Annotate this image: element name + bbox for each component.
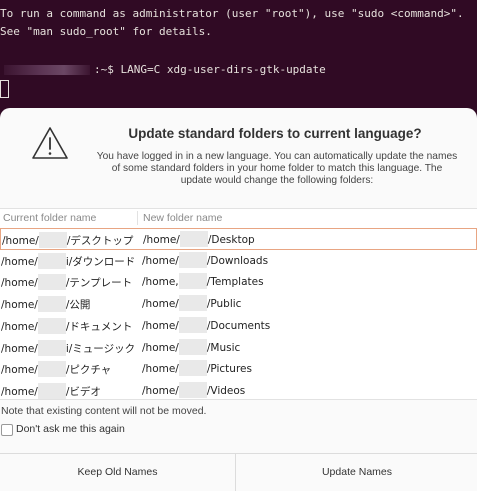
new-folder-cell: /home/ /Pictures [142, 360, 252, 377]
table-row[interactable]: /home/ /ビデオ/home/ /Videos [0, 380, 477, 402]
redacted-username [178, 251, 207, 268]
table-row[interactable]: /home/ /ドキュメント/home/ /Documents [0, 315, 477, 337]
current-folder-prefix: /home/ [2, 235, 39, 247]
content-note: Note that existing content will not be m… [1, 405, 207, 417]
column-header-new[interactable]: New folder name [143, 212, 222, 224]
redacted-username [37, 382, 66, 399]
update-names-button[interactable]: Update Names [237, 454, 477, 491]
redacted-username [178, 273, 207, 290]
current-folder-cell: /home/i/ダウンロード [1, 252, 136, 269]
current-folder-cell: /home/ /ピクチャ [1, 361, 112, 378]
terminal-prompt-line: :~$ LANG=C xdg-user-dirs-gtk-update [0, 61, 326, 79]
redacted-username [178, 295, 207, 312]
terminal-line-2: See "man sudo_root" for details. [0, 25, 212, 38]
current-folder-cell: /home/ /公開 [1, 296, 91, 313]
new-folder-suffix: /Downloads [206, 254, 269, 267]
folder-rename-table[interactable]: Current folder name New folder name /hom… [0, 208, 477, 400]
dont-ask-checkbox[interactable] [1, 424, 13, 436]
terminal-command: LANG=C xdg-user-dirs-gtk-update [120, 63, 326, 76]
new-folder-prefix: /home/ [142, 341, 179, 354]
redacted-username [179, 231, 208, 247]
current-folder-cell: /home/ /テンプレート [1, 274, 133, 291]
terminal-cursor [0, 80, 9, 98]
update-folders-dialog: Update standard folders to current langu… [0, 108, 477, 491]
current-folder-suffix: /テンプレート [65, 277, 133, 290]
new-folder-cell: /home/ /Videos [142, 381, 246, 398]
new-folder-suffix: /Templates [206, 276, 264, 289]
new-folder-suffix: /Pictures [206, 363, 252, 376]
current-folder-suffix: /ビデオ [65, 385, 101, 398]
current-folder-cell: /home/ /ドキュメント [1, 317, 133, 334]
terminal-line-1: To run a command as administrator (user … [0, 7, 464, 20]
current-folder-suffix: /デスクトップ [66, 235, 134, 247]
table-row[interactable]: /home/ /デスクトップ/home/ /Desktop [0, 228, 477, 250]
new-folder-cell: /home/ /Downloads [142, 251, 269, 268]
new-folder-suffix: /Documents [206, 319, 271, 332]
table-row[interactable]: /home/ /ピクチャ/home/ /Pictures [0, 358, 477, 380]
prompt-suffix: :~$ [94, 63, 121, 76]
dialog-message: You have logged in in a new language. Yo… [96, 151, 458, 186]
current-folder-prefix: /home/ [1, 342, 38, 355]
current-folder-cell: /home/i/ミュージック [1, 339, 136, 356]
current-folder-cell: /home/ /ビデオ [1, 382, 101, 399]
dont-ask-label[interactable]: Don't ask me this again [16, 423, 125, 435]
new-folder-cell: /home/ /Public [142, 295, 242, 312]
keep-old-names-button[interactable]: Keep Old Names [0, 454, 236, 491]
current-folder-suffix: /ドキュメント [65, 320, 133, 333]
current-folder-suffix: /ピクチャ [65, 364, 112, 377]
redacted-username [178, 316, 207, 333]
current-folder-prefix: /home/ [1, 299, 38, 312]
new-folder-prefix: /home/ [142, 298, 179, 311]
new-folder-suffix: /Public [206, 298, 242, 311]
dialog-button-bar: Keep Old Names Update Names [0, 453, 477, 491]
redacted-username [38, 232, 67, 248]
current-folder-suffix: i/ミュージック [65, 342, 136, 355]
current-folder-prefix: /home/ [1, 320, 38, 333]
new-folder-suffix: /Desktop [207, 234, 255, 246]
new-folder-prefix: /home/ [142, 319, 179, 332]
warning-triangle-icon [32, 127, 68, 159]
current-folder-prefix: /home/ [1, 385, 38, 398]
current-folder-prefix: /home/ [1, 364, 38, 377]
new-folder-cell: /home/ /Documents [142, 316, 271, 333]
current-folder-suffix: i/ダウンロード [65, 255, 136, 268]
table-row[interactable]: /home/ /テンプレート/home, /Templates [0, 271, 477, 293]
redacted-username [178, 381, 207, 398]
table-row[interactable]: /home/i/ダウンロード/home/ /Downloads [0, 250, 477, 272]
table-row[interactable]: /home/i/ミュージック/home/ /Music [0, 337, 477, 359]
new-folder-prefix: /home/ [142, 384, 179, 397]
new-folder-suffix: /Music [206, 341, 241, 354]
new-folder-cell: /home/ /Music [142, 338, 241, 355]
redacted-username [37, 339, 66, 356]
column-header-current[interactable]: Current folder name [3, 212, 96, 224]
new-folder-prefix: /home, [142, 276, 179, 289]
new-folder-cell: /home/ /Desktop [143, 231, 255, 247]
table-header: Current folder name New folder name [0, 209, 477, 229]
current-folder-prefix: /home/ [1, 255, 38, 268]
redacted-username [37, 296, 66, 313]
column-divider [137, 211, 138, 225]
current-folder-cell: /home/ /デスクトップ [2, 232, 134, 248]
redacted-username [178, 338, 207, 355]
dialog-title: Update standard folders to current langu… [128, 126, 422, 141]
current-folder-prefix: /home/ [1, 277, 38, 290]
new-folder-cell: /home, /Templates [142, 273, 264, 290]
table-row[interactable]: /home/ /公開/home/ /Public [0, 293, 477, 315]
redacted-username [37, 317, 66, 334]
current-folder-suffix: /公開 [65, 299, 91, 312]
new-folder-suffix: /Videos [206, 384, 246, 397]
redacted-user-host [4, 65, 90, 75]
new-folder-prefix: /home/ [142, 254, 179, 267]
terminal-window[interactable]: To run a command as administrator (user … [0, 0, 477, 120]
new-folder-prefix: /home/ [143, 234, 180, 246]
redacted-username [37, 274, 66, 291]
new-folder-prefix: /home/ [142, 363, 179, 376]
redacted-username [178, 360, 207, 377]
redacted-username [37, 252, 66, 269]
redacted-username [37, 361, 66, 378]
